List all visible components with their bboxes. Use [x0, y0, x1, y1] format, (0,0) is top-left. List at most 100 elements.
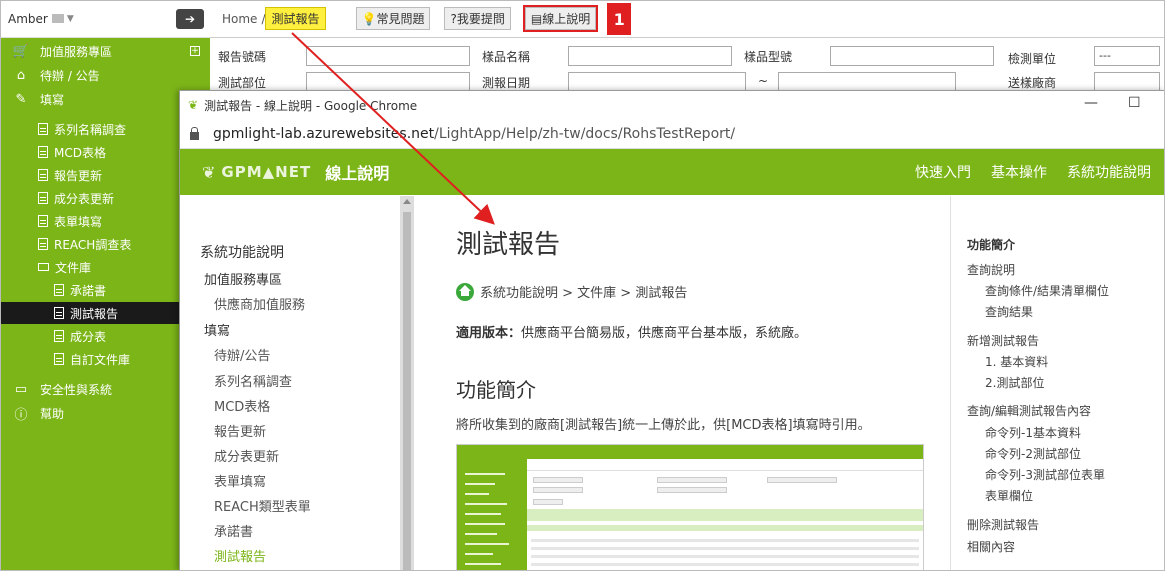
toc-item[interactable]: 新增測試報告 [967, 332, 1039, 349]
edit-icon: ✎ [15, 91, 27, 107]
toc-item[interactable]: 相關內容 [967, 538, 1015, 555]
toc-item[interactable]: 命令列-2測試部位 [985, 445, 1081, 462]
page-title: 測試報告 [456, 230, 561, 260]
screenshot-image [456, 444, 924, 571]
left-nav-item[interactable]: 承諾書 [214, 521, 253, 540]
toc-item[interactable]: 命令列-1基本資料 [985, 424, 1081, 441]
test-part-label: 測試部位 [218, 76, 267, 90]
test-part-input[interactable] [306, 72, 470, 92]
nav-basic-ops[interactable]: 基本操作 [991, 162, 1047, 182]
report-date-end[interactable] [778, 72, 956, 92]
applicable-version: 適用版本：供應商平台簡易版，供應商平台基本版，系統廠。 [456, 326, 808, 341]
toc-item[interactable]: 刪除測試報告 [967, 516, 1039, 533]
document-icon [38, 238, 48, 250]
url-path: /LightApp/Help/zh-tw/docs/RohsTestReport… [434, 125, 736, 142]
nav-quick-start[interactable]: 快速入門 [915, 162, 971, 182]
expand-icon[interactable]: + [190, 46, 200, 56]
mail-icon[interactable] [51, 14, 64, 23]
test-unit-select[interactable]: --- [1094, 46, 1160, 66]
minimize-button[interactable]: — [1084, 95, 1098, 111]
left-nav-item[interactable]: MCD表格 [214, 396, 270, 415]
maximize-button[interactable]: ☐ [1128, 95, 1141, 111]
sidebar-item-value-added[interactable]: 🛒 加值服務專區 + [0, 40, 210, 62]
toc-item[interactable]: 查詢/編輯測試報告內容 [967, 402, 1091, 419]
sample-model-input[interactable] [830, 46, 994, 66]
toc-item[interactable]: 查詢說明 [967, 261, 1015, 278]
left-nav-item[interactable]: 加值服務專區 [204, 269, 282, 288]
folder-icon [38, 263, 49, 271]
left-nav-heading: 系統功能說明 [200, 245, 284, 261]
left-nav-item[interactable]: 表單填寫 [214, 471, 266, 490]
send-factory-input[interactable] [1094, 72, 1160, 92]
chrome-titlebar: ❦ 測試報告 - 線上說明 - Google Chrome — ☐ [180, 91, 1165, 119]
help-main-content: 測試報告 系統功能說明 > 文件庫 > 測試報告 適用版本：供應商平台簡易版，供… [414, 196, 949, 571]
window-title: 測試報告 - 線上說明 - Google Chrome [204, 98, 418, 113]
document-icon [38, 169, 48, 181]
sidebar-item-todo[interactable]: ⌂ 待辦 / 公告 [0, 64, 210, 86]
home-icon: ⌂ [16, 67, 26, 83]
toc-item[interactable]: 查詢結果 [985, 303, 1033, 320]
sidebar-header: Amber ▼ ➔ [0, 0, 210, 38]
home-icon[interactable] [456, 282, 474, 301]
cart-icon: 🛒 [12, 43, 30, 59]
left-nav-item[interactable]: 報告更新 [214, 421, 266, 440]
book-icon: ▤ [530, 12, 543, 26]
breadcrumb-home[interactable]: Home [222, 12, 257, 26]
app-toolbar: Home / 測試報告 💡常見問題 ?我要提問 ▤線上說明 1 [210, 0, 1165, 38]
toc-item[interactable]: 表單欄位 [985, 487, 1033, 504]
left-nav-item[interactable]: 填寫 [204, 320, 230, 339]
faq-button[interactable]: 💡常見問題 [355, 7, 431, 30]
left-nav-item-current[interactable]: 測試報告 [214, 546, 266, 565]
app-leaf-icon: ❦ [188, 98, 199, 112]
sample-model-label: 樣品型號 [744, 50, 793, 64]
bulb-icon: 💡 [361, 12, 377, 26]
lock-icon [190, 126, 199, 140]
document-icon [54, 330, 64, 342]
sample-name-input[interactable] [568, 46, 732, 66]
left-nav-item[interactable]: 供應商加值服務 [214, 294, 305, 313]
search-form: 報告號碼 樣品名稱 樣品型號 檢測單位 --- 測試部位 測報日期 ~ 送樣廠商 [210, 38, 1165, 92]
toc-item[interactable]: 2.測試部位 [985, 374, 1044, 391]
left-nav-item[interactable]: REACH類型表單 [214, 496, 311, 515]
help-title: 線上說明 [325, 164, 390, 183]
document-icon [38, 123, 48, 135]
report-no-label: 報告號碼 [218, 50, 267, 64]
send-factory-label: 送樣廠商 [1008, 76, 1057, 90]
address-bar[interactable]: gpmlight-lab.azurewebsites.net/LightApp/… [180, 119, 1165, 149]
chrome-window: ❦ 測試報告 - 線上說明 - Google Chrome — ☐ gpmlig… [179, 90, 1165, 571]
document-icon [38, 146, 48, 158]
left-nav-item[interactable]: 待辦/公告 [214, 345, 270, 364]
report-date-label: 測報日期 [482, 76, 531, 90]
left-nav-item[interactable]: 成分表更新 [214, 446, 279, 465]
online-help-button[interactable]: ▤線上說明 [522, 5, 599, 32]
left-nav-item[interactable]: 系列名稱調查 [214, 371, 292, 390]
help-logo: GPM▲NET [221, 163, 312, 181]
help-header: ❦ GPM▲NET 線上說明 快速入門 基本操作 系統功能說明 [180, 149, 1165, 195]
monitor-icon: ▭ [14, 381, 28, 397]
document-icon [38, 215, 48, 227]
toc-item[interactable]: 1. 基本資料 [985, 353, 1048, 370]
scroll-up-icon[interactable] [403, 199, 411, 204]
document-icon [54, 284, 64, 296]
help-top-nav: 快速入門 基本操作 系統功能說明 [915, 149, 1151, 195]
collapse-sidebar-button[interactable]: ➔ [176, 9, 204, 29]
document-icon [54, 307, 64, 319]
test-unit-label: 檢測單位 [1008, 52, 1057, 66]
report-date-start[interactable] [568, 72, 746, 92]
section-description: 將所收集到的廠商[測試報告]統一上傳於此，供[MCD表格]填寫時引用。 [456, 418, 871, 433]
left-nav-scrollbar[interactable] [400, 196, 414, 571]
scroll-thumb[interactable] [403, 212, 411, 571]
report-no-input[interactable] [306, 46, 470, 66]
help-body: 系統功能說明 加值服務專區 供應商加值服務 填寫 待辦/公告 系列名稱調查 MC… [180, 196, 1165, 571]
sample-name-label: 樣品名稱 [482, 50, 531, 64]
toc-item[interactable]: 查詢條件/結果清單欄位 [985, 282, 1109, 299]
toc-item[interactable]: 命令列-3測試部位表單 [985, 466, 1105, 483]
step-badge: 1 [606, 1, 633, 36]
toc-heading[interactable]: 功能簡介 [967, 236, 1015, 253]
nav-system-functions[interactable]: 系統功能說明 [1067, 162, 1151, 182]
document-icon [54, 353, 64, 365]
url-host: gpmlight-lab.azurewebsites.net [213, 125, 435, 142]
user-menu[interactable]: Amber [8, 12, 48, 26]
chevron-down-icon[interactable]: ▼ [67, 14, 74, 24]
ask-question-button[interactable]: ?我要提問 [444, 7, 511, 30]
